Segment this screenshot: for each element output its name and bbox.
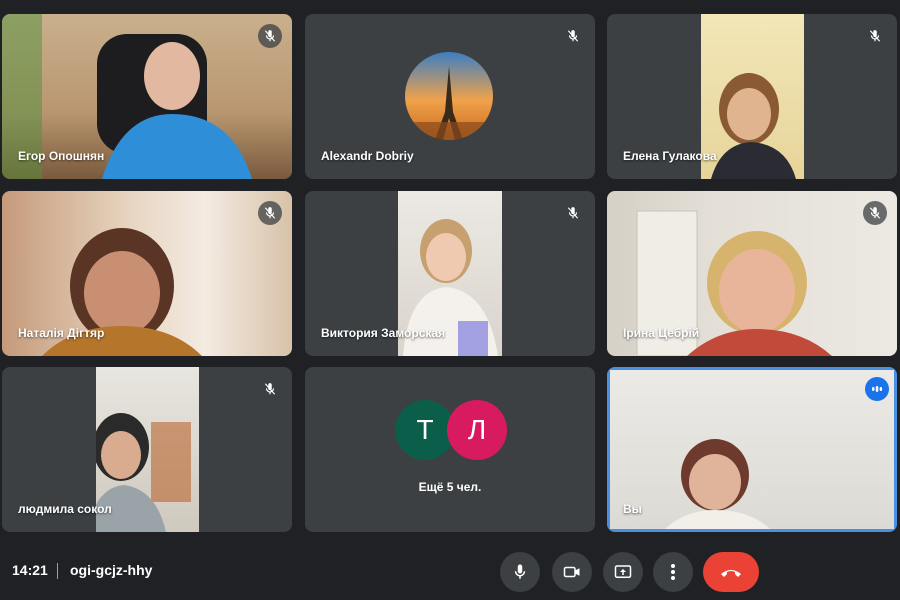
self-tile[interactable]: Вы bbox=[607, 367, 897, 532]
meeting-code: ogi-gcjz-hhy bbox=[70, 562, 153, 578]
mic-off-icon bbox=[863, 24, 887, 48]
hang-up-button[interactable] bbox=[703, 552, 759, 592]
video-feed bbox=[610, 370, 894, 529]
present-screen-button[interactable] bbox=[603, 552, 643, 592]
participant-name: Егор Опошнян bbox=[18, 149, 105, 163]
avatar-letter: Л bbox=[467, 414, 487, 445]
participant-tile[interactable]: Виктория Заморская bbox=[305, 191, 595, 356]
participant-tile[interactable]: Ірина Цебрій bbox=[607, 191, 897, 356]
more-participants-label: Ещё 5 чел. bbox=[418, 480, 482, 494]
mic-off-icon bbox=[258, 201, 282, 225]
participant-name: Елена Гулакова bbox=[623, 149, 717, 163]
participant-tile[interactable]: Alexandr Dobriy bbox=[305, 14, 595, 179]
more-options-icon bbox=[671, 564, 675, 580]
avatar bbox=[405, 52, 493, 140]
camera-button[interactable] bbox=[552, 552, 592, 592]
participant-name: Наталія Дігтяр bbox=[18, 326, 105, 340]
mic-off-icon bbox=[561, 201, 585, 225]
avatar-letter: Т bbox=[416, 414, 434, 445]
participant-tile[interactable]: Егор Опошнян bbox=[2, 14, 292, 179]
participant-tile[interactable]: Наталія Дігтяр bbox=[2, 191, 292, 356]
participant-name: людмила сокол bbox=[18, 502, 112, 516]
more-options-button[interactable] bbox=[653, 552, 693, 592]
person-silhouette bbox=[665, 439, 770, 529]
avatar: Л bbox=[447, 400, 507, 460]
speaking-indicator-icon bbox=[865, 377, 889, 401]
hang-up-icon bbox=[721, 570, 741, 577]
mic-icon bbox=[514, 564, 526, 579]
mic-button[interactable] bbox=[500, 552, 540, 592]
avatar: Т bbox=[395, 400, 455, 460]
present-screen-icon bbox=[614, 565, 632, 578]
eiffel-tower-image bbox=[405, 66, 493, 140]
participant-name: Alexandr Dobriy bbox=[321, 149, 414, 163]
mic-off-icon bbox=[258, 377, 282, 401]
mic-off-icon bbox=[863, 201, 887, 225]
mic-off-icon bbox=[561, 24, 585, 48]
participant-name: Ірина Цебрій bbox=[623, 326, 700, 340]
participant-name: Вы bbox=[623, 502, 642, 516]
mic-off-icon bbox=[258, 24, 282, 48]
divider bbox=[57, 563, 58, 579]
participant-tile[interactable]: Елена Гулакова bbox=[607, 14, 897, 179]
more-participants-tile[interactable]: Т Л Ещё 5 чел. bbox=[305, 367, 595, 532]
participant-name: Виктория Заморская bbox=[321, 326, 446, 340]
clock-time: 14:21 bbox=[12, 562, 48, 578]
participant-tile[interactable]: людмила сокол bbox=[2, 367, 292, 532]
bottom-bar: 14:21 ogi-gcjz-hhy bbox=[0, 540, 900, 600]
camera-icon bbox=[563, 566, 580, 578]
